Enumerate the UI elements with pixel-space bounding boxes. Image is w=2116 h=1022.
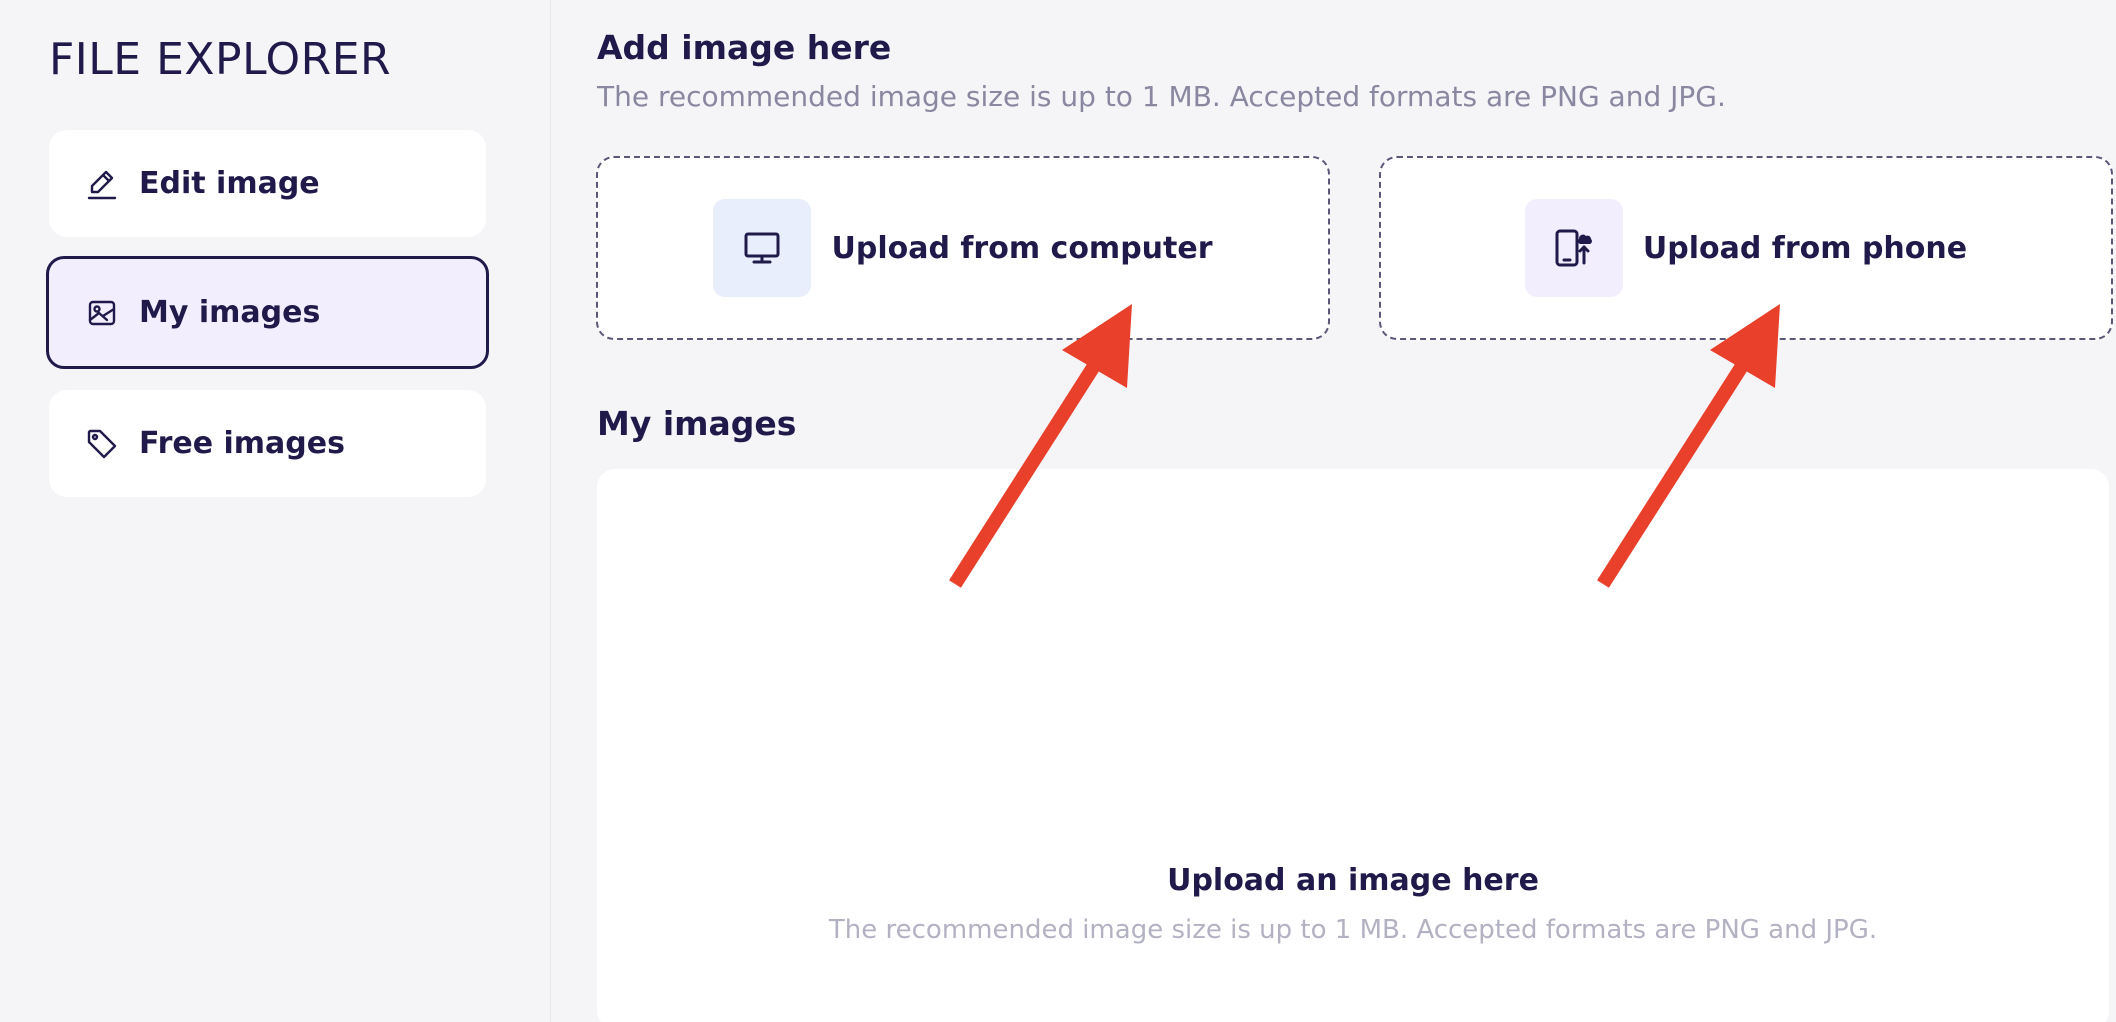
pencil-icon [85,167,119,201]
upload-from-computer-button[interactable]: Upload from computer [596,156,1330,340]
sidebar-item-label: Free images [139,426,345,461]
upload-from-computer-label: Upload from computer [831,230,1213,266]
tag-icon [85,427,119,461]
sidebar-item-edit-image[interactable]: Edit image [49,130,486,237]
add-image-hint: The recommended image size is up to 1 MB… [597,80,1726,113]
sidebar-title: FILE EXPLORER [49,34,392,85]
upload-from-phone-label: Upload from phone [1642,230,1968,266]
upload-from-phone-button[interactable]: Upload from phone [1379,156,2113,340]
image-icon [85,296,119,330]
sidebar-item-label: My images [139,295,321,330]
my-images-heading: My images [597,404,797,443]
images-drop-zone[interactable]: Upload an image here The recommended ima… [597,469,2109,1022]
monitor-icon [713,199,812,297]
empty-state-title: Upload an image here [1167,863,1539,898]
main-content: Add image here The recommended image siz… [552,0,2116,1022]
sidebar-item-my-images[interactable]: My images [46,256,489,369]
sidebar-item-free-images[interactable]: Free images [49,390,486,497]
sidebar: FILE EXPLORER Edit image My images Free … [0,0,551,1022]
sidebar-item-label: Edit image [139,166,320,201]
phone-upload-icon [1524,199,1623,297]
empty-state-hint: The recommended image size is up to 1 MB… [828,915,1878,945]
add-image-heading: Add image here [597,28,892,67]
